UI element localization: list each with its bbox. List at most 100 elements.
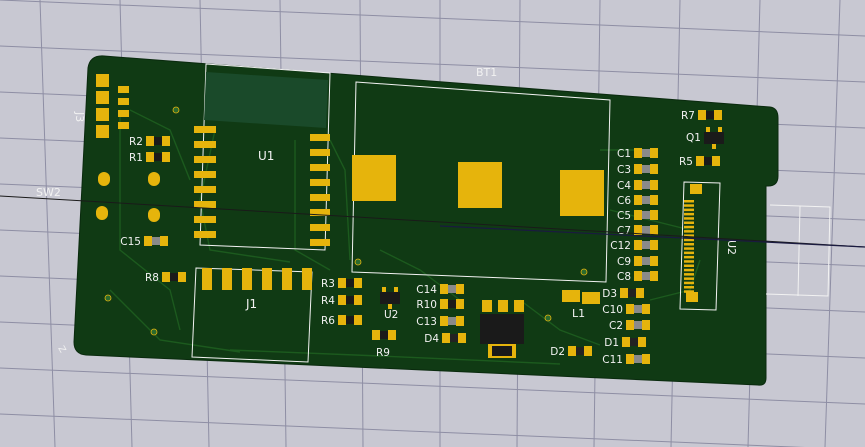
sw2-label: SW2 xyxy=(36,186,61,199)
refdes-u2: U2 xyxy=(384,309,398,321)
r1-body xyxy=(154,153,162,161)
regulator-pin-3 xyxy=(514,300,524,312)
usb-connector-outline xyxy=(765,204,831,297)
refdes-c4: C4 xyxy=(617,180,631,192)
r3-body xyxy=(346,279,354,287)
u2-pin xyxy=(382,287,386,292)
refdes-c8: C8 xyxy=(617,271,631,283)
c5-pad-1 xyxy=(634,210,642,220)
u1-antenna xyxy=(204,72,328,128)
c4-pad-1 xyxy=(634,180,642,190)
d3-pad-1 xyxy=(620,288,628,298)
sw2-pad-3 xyxy=(96,206,108,220)
bt1-label: BT1 xyxy=(476,66,497,79)
r9-pad-1 xyxy=(372,330,380,340)
bt1-pad-center xyxy=(458,162,502,208)
refdes-c5: C5 xyxy=(617,210,631,222)
regulator-tab-body xyxy=(492,346,512,356)
d2-pad-1 xyxy=(568,346,576,356)
r10-pad-2 xyxy=(456,299,464,309)
r9-body xyxy=(380,331,388,339)
d1-body xyxy=(630,338,638,346)
c1-pad-2 xyxy=(650,148,658,158)
c8-body xyxy=(642,272,650,280)
refdes-r8: R8 xyxy=(145,272,159,284)
q1-body xyxy=(704,132,724,144)
refdes-c13: C13 xyxy=(416,316,437,328)
c11-pad-2 xyxy=(642,354,650,364)
c15-pad-1 xyxy=(144,236,152,246)
refdes-q1: Q1 xyxy=(686,132,701,144)
d1-pad-1 xyxy=(622,337,630,347)
q1-pin xyxy=(718,127,722,132)
r2-pad-1 xyxy=(146,136,154,146)
refdes-r7: R7 xyxy=(681,110,695,122)
c13-body xyxy=(448,317,456,325)
refdes-c15: C15 xyxy=(120,236,141,248)
c6-pad-2 xyxy=(650,195,658,205)
c9-body xyxy=(642,257,650,265)
l1-pad-1 xyxy=(562,290,580,302)
r8-pad-2 xyxy=(178,272,186,282)
d3-body xyxy=(628,289,636,297)
bt1-pad-right xyxy=(560,170,604,216)
c4-body xyxy=(642,181,650,189)
r3-pad-1 xyxy=(338,278,346,288)
refdes-c10: C10 xyxy=(602,304,623,316)
sw2-pad-2 xyxy=(148,172,160,186)
sw2-pad-1 xyxy=(98,172,110,186)
r4-pad-2 xyxy=(354,295,362,305)
c14-body xyxy=(448,285,456,293)
c15-body xyxy=(152,237,160,245)
regulator-pin-2 xyxy=(498,300,508,312)
refdes-r4: R4 xyxy=(321,295,335,307)
c4-pad-2 xyxy=(650,180,658,190)
z-axis-label: Z xyxy=(55,345,67,355)
r9-pad-2 xyxy=(388,330,396,340)
c2-pad-1 xyxy=(626,320,634,330)
c14-pad-2 xyxy=(456,284,464,294)
refdes-c6: C6 xyxy=(617,195,631,207)
r6-body xyxy=(346,316,354,324)
r8-body xyxy=(170,273,178,281)
refdes-d3: D3 xyxy=(602,288,617,300)
u1-label: U1 xyxy=(258,149,274,163)
d2-pad-2 xyxy=(584,346,592,356)
j3-label: J3 xyxy=(73,111,86,122)
d2-body xyxy=(576,347,584,355)
c11-pad-1 xyxy=(626,354,634,364)
q1-pin xyxy=(706,127,710,132)
d4-pad-1 xyxy=(442,333,450,343)
refdes-c14: C14 xyxy=(416,284,437,296)
r6-pad-2 xyxy=(354,315,362,325)
c6-body xyxy=(642,196,650,204)
refdes-r1: R1 xyxy=(129,152,143,164)
bt1-pad-left xyxy=(352,155,396,201)
pcb-board[interactable]: BT1 U1 J1 J3 SW2 U2 L1 R2R1C15R8 R3R4R6 … xyxy=(36,55,779,386)
q1-pin xyxy=(712,144,716,149)
l1-label: L1 xyxy=(572,307,585,320)
c3-pad-1 xyxy=(634,164,642,174)
sw2-pad-4 xyxy=(148,208,160,222)
r10-pad-1 xyxy=(440,299,448,309)
c2-body xyxy=(634,321,642,329)
c7-body xyxy=(642,226,650,234)
r7-body xyxy=(706,111,714,119)
c10-body xyxy=(634,305,642,313)
u2-pin xyxy=(394,287,398,292)
refdes-c2: C2 xyxy=(609,320,623,332)
r5-body xyxy=(704,157,712,165)
d4-pad-2 xyxy=(458,333,466,343)
refdes-c9: C9 xyxy=(617,256,631,268)
c1-pad-1 xyxy=(634,148,642,158)
c2-pad-2 xyxy=(642,320,650,330)
r4-body xyxy=(346,296,354,304)
pcb-3d-viewport[interactable]: BT1 U1 J1 J3 SW2 U2 L1 R2R1C15R8 R3R4R6 … xyxy=(0,0,865,447)
j1-label: J1 xyxy=(245,297,257,311)
c14-pad-1 xyxy=(440,284,448,294)
r2-body xyxy=(154,137,162,145)
refdes-r5: R5 xyxy=(679,156,693,168)
d3-pad-2 xyxy=(636,288,644,298)
c7-pad-2 xyxy=(650,225,658,235)
d1-pad-2 xyxy=(638,337,646,347)
